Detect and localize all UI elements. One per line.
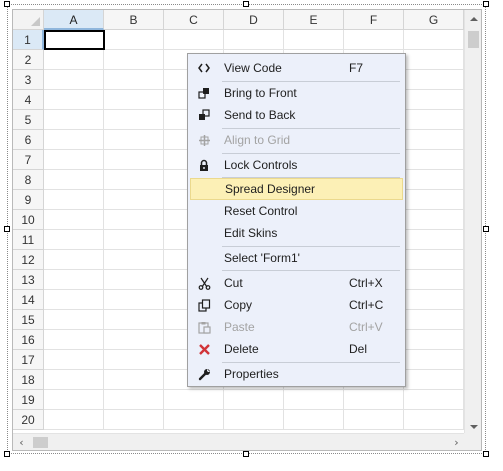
row-header[interactable]: 4 [13, 90, 44, 110]
menu-item-spread-designer[interactable]: Spread Designer [190, 178, 403, 200]
resize-handle-bottom-right[interactable] [483, 451, 489, 457]
row-headers: 1 2 3 4 5 6 7 8 9 10 11 12 13 14 15 16 1… [13, 30, 44, 430]
column-header-c[interactable]: C [164, 10, 224, 30]
column-headers: A B C D E F G [44, 10, 464, 30]
column-header-g[interactable]: G [404, 10, 464, 30]
row-header[interactable]: 18 [13, 370, 44, 390]
column-header-b[interactable]: B [104, 10, 164, 30]
menu-item-copy[interactable]: Copy Ctrl+C [190, 294, 403, 316]
resize-handle-top-right[interactable] [483, 1, 489, 7]
paste-icon [190, 316, 218, 338]
column-header-d[interactable]: D [224, 10, 284, 30]
triangle-up-icon [469, 16, 478, 21]
resize-handle-top-left[interactable] [4, 1, 10, 7]
menu-label: Send to Back [224, 108, 296, 122]
scroll-right-button[interactable]: › [448, 434, 465, 450]
column-header-e[interactable]: E [284, 10, 344, 30]
send-to-back-icon [190, 104, 218, 126]
copy-icon [190, 294, 218, 316]
code-brackets-icon [190, 57, 218, 79]
resize-handle-left[interactable] [4, 226, 10, 232]
column-header-f[interactable]: F [344, 10, 404, 30]
column-header-a[interactable]: A [44, 10, 104, 30]
menu-label: Lock Controls [224, 158, 298, 172]
vertical-scroll-thumb[interactable] [468, 31, 479, 48]
menu-item-align-to-grid[interactable]: Align to Grid [190, 129, 403, 151]
row-header[interactable]: 14 [13, 290, 44, 310]
menu-label: Bring to Front [224, 86, 297, 100]
row-header[interactable]: 20 [13, 410, 44, 430]
context-menu: View Code F7 Bring to Front Send to Back… [187, 53, 406, 387]
row-header[interactable]: 11 [13, 230, 44, 250]
menu-label: Spread Designer [225, 182, 316, 196]
chevron-right-icon: › [454, 436, 459, 449]
menu-item-view-code[interactable]: View Code F7 [190, 57, 403, 79]
menu-separator [222, 270, 400, 271]
menu-shortcut: F7 [349, 61, 364, 75]
horizontal-scroll-thumb[interactable] [33, 437, 48, 448]
triangle-down-icon [469, 424, 478, 429]
scissors-icon [190, 272, 218, 294]
row-header[interactable]: 12 [13, 250, 44, 270]
menu-item-cut[interactable]: Cut Ctrl+X [190, 272, 403, 294]
menu-item-lock-controls[interactable]: Lock Controls [190, 154, 403, 176]
menu-shortcut: Ctrl+C [349, 298, 384, 312]
row-header[interactable]: 8 [13, 170, 44, 190]
row-header[interactable]: 13 [13, 270, 44, 290]
scroll-left-button[interactable]: ‹ [13, 434, 30, 450]
row-header[interactable]: 2 [13, 50, 44, 70]
row-header[interactable]: 3 [13, 70, 44, 90]
resize-handle-right[interactable] [483, 226, 489, 232]
menu-shortcut: Del [349, 342, 368, 356]
menu-label: Reset Control [224, 204, 298, 218]
menu-label: Cut [224, 276, 243, 290]
menu-item-select-form[interactable]: Select 'Form1' [190, 247, 403, 269]
row-header[interactable]: 7 [13, 150, 44, 170]
scroll-up-button[interactable] [465, 10, 481, 27]
resize-handle-bottom[interactable] [243, 451, 249, 457]
row-header[interactable]: 1 [13, 30, 44, 50]
align-grid-icon [190, 129, 218, 151]
select-all-corner[interactable] [13, 10, 44, 30]
row-header[interactable]: 5 [13, 110, 44, 130]
row-header[interactable]: 19 [13, 390, 44, 410]
resize-handle-bottom-left[interactable] [4, 451, 10, 457]
row-header[interactable]: 9 [13, 190, 44, 210]
menu-label: Copy [224, 298, 253, 312]
wrench-icon [190, 363, 218, 385]
bring-to-front-icon [190, 82, 218, 104]
row-header[interactable]: 16 [13, 330, 44, 350]
menu-item-delete[interactable]: Delete Del [190, 338, 403, 360]
menu-label: View Code [224, 61, 282, 75]
chevron-left-icon: ‹ [19, 436, 24, 449]
menu-label: Select 'Form1' [224, 251, 300, 265]
menu-label: Paste [224, 320, 255, 334]
menu-item-properties[interactable]: Properties [190, 363, 403, 385]
menu-item-paste[interactable]: Paste Ctrl+V [190, 316, 403, 338]
menu-label: Properties [224, 367, 279, 381]
vertical-scrollbar[interactable] [464, 10, 481, 435]
row-header[interactable]: 6 [13, 130, 44, 150]
active-cell[interactable] [44, 30, 105, 50]
menu-label: Delete [224, 342, 259, 356]
menu-item-send-to-back[interactable]: Send to Back [190, 104, 403, 126]
menu-label: Align to Grid [224, 133, 291, 147]
menu-item-reset-control[interactable]: Reset Control [190, 200, 403, 222]
resize-handle-top[interactable] [243, 1, 249, 7]
menu-item-edit-skins[interactable]: Edit Skins [190, 222, 403, 244]
lock-icon [190, 154, 218, 176]
menu-item-bring-to-front[interactable]: Bring to Front [190, 82, 403, 104]
delete-x-icon [190, 338, 218, 360]
designer-surface: A B C D E F G 1 2 3 4 5 6 7 8 9 10 11 12… [0, 0, 503, 471]
row-header[interactable]: 10 [13, 210, 44, 230]
scroll-corner [464, 433, 481, 450]
menu-shortcut: Ctrl+V [349, 320, 383, 334]
menu-shortcut: Ctrl+X [349, 276, 383, 290]
horizontal-scrollbar[interactable]: ‹ › [13, 433, 465, 450]
row-header[interactable]: 15 [13, 310, 44, 330]
menu-label: Edit Skins [224, 226, 278, 240]
row-header[interactable]: 17 [13, 350, 44, 370]
